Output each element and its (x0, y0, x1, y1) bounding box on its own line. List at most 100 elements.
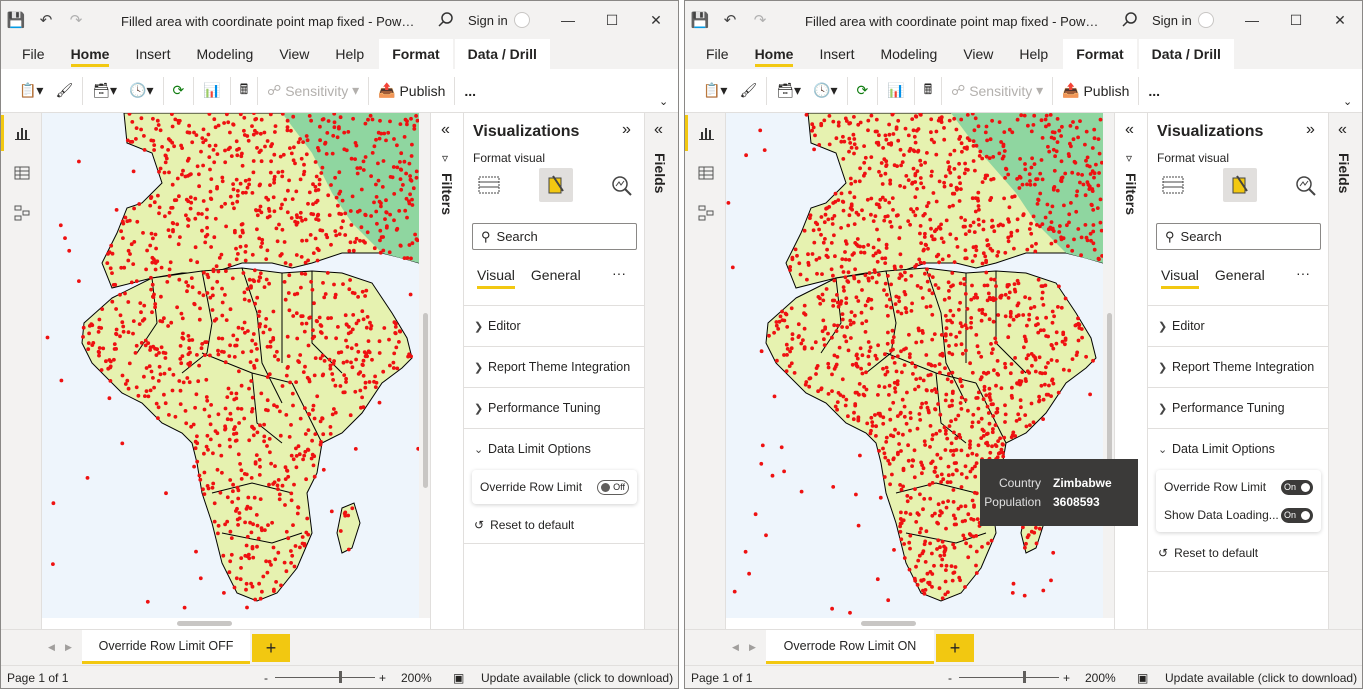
map-point[interactable] (986, 541, 990, 546)
map-point[interactable] (949, 284, 953, 289)
map-point[interactable] (1010, 591, 1015, 595)
map-point[interactable] (220, 336, 225, 341)
map-point[interactable] (164, 154, 168, 158)
map-point[interactable] (368, 326, 373, 331)
map-point[interactable] (991, 402, 995, 407)
map-point[interactable] (891, 335, 896, 339)
map-point[interactable] (928, 496, 933, 501)
map-point[interactable] (300, 321, 304, 326)
map-point[interactable] (732, 589, 737, 594)
map-point[interactable] (280, 174, 285, 179)
map-point[interactable] (213, 216, 218, 221)
map-point[interactable] (1074, 209, 1079, 214)
map-point[interactable] (976, 204, 981, 208)
tab-insert[interactable]: Insert (122, 39, 183, 69)
map-point[interactable] (974, 563, 978, 568)
map-point[interactable] (229, 536, 234, 540)
map-point[interactable] (264, 317, 269, 321)
map-point[interactable] (298, 177, 303, 182)
map-point[interactable] (277, 497, 282, 502)
map-point[interactable] (1010, 396, 1014, 400)
map-point[interactable] (928, 541, 932, 546)
map-point[interactable] (162, 371, 167, 376)
map-point[interactable] (139, 116, 144, 121)
map-point[interactable] (267, 437, 272, 441)
map-point[interactable] (835, 293, 839, 297)
map-point[interactable] (342, 130, 347, 135)
map-point[interactable] (848, 141, 853, 145)
map-point[interactable] (229, 154, 234, 158)
map-point[interactable] (826, 361, 831, 366)
map-point[interactable] (846, 270, 851, 275)
map-point[interactable] (920, 471, 924, 476)
map-point[interactable] (1050, 309, 1055, 314)
map-point[interactable] (201, 199, 206, 203)
map-point[interactable] (399, 187, 404, 192)
map-point[interactable] (332, 359, 336, 363)
map-point[interactable] (292, 482, 296, 487)
map-point[interactable] (203, 340, 208, 344)
map-point[interactable] (159, 294, 163, 299)
map-point[interactable] (927, 273, 932, 277)
map-point[interactable] (852, 142, 857, 147)
map-point[interactable] (900, 370, 904, 375)
map-point[interactable] (967, 229, 972, 234)
map-point[interactable] (1031, 214, 1036, 219)
map-point[interactable] (302, 169, 307, 174)
map-point[interactable] (918, 376, 923, 381)
map-point[interactable] (965, 136, 970, 140)
map-point[interactable] (1050, 377, 1055, 382)
map-point[interactable] (876, 202, 881, 207)
map-point[interactable] (1076, 338, 1081, 343)
refresh-icon[interactable]: ⟳ (851, 71, 875, 111)
map-point[interactable] (804, 113, 809, 117)
map-point[interactable] (235, 199, 240, 204)
map-point[interactable] (975, 295, 980, 300)
map-point[interactable] (210, 485, 215, 490)
map-point[interactable] (223, 148, 227, 153)
map-point[interactable] (176, 242, 181, 247)
map-point[interactable] (224, 269, 228, 273)
map-point[interactable] (847, 213, 852, 218)
tab-format[interactable]: Format (379, 39, 453, 69)
map-point[interactable] (240, 222, 245, 226)
map-point[interactable] (383, 217, 387, 221)
map-point[interactable] (201, 140, 206, 145)
map-point[interactable] (372, 144, 377, 149)
map-point[interactable] (256, 314, 261, 318)
map-point[interactable] (977, 223, 981, 227)
map-point[interactable] (202, 407, 207, 412)
map-point[interactable] (888, 417, 893, 422)
map-point[interactable] (868, 431, 873, 436)
map-point[interactable] (993, 423, 998, 427)
map-point[interactable] (877, 449, 881, 453)
map-point[interactable] (983, 176, 988, 181)
map-point[interactable] (969, 316, 974, 320)
map-point[interactable] (154, 401, 159, 406)
map-point[interactable] (1046, 361, 1050, 365)
map-point[interactable] (1071, 120, 1075, 124)
map-point[interactable] (912, 576, 917, 581)
map-point[interactable] (965, 113, 970, 117)
map-point[interactable] (125, 378, 130, 383)
map-point[interactable] (1051, 346, 1056, 351)
map-point[interactable] (918, 492, 922, 497)
map-point[interactable] (989, 342, 993, 346)
map-point[interactable] (337, 170, 342, 175)
map-point[interactable] (1052, 130, 1057, 135)
map-point[interactable] (225, 395, 230, 399)
map-point[interactable] (951, 313, 956, 318)
map-point[interactable] (262, 434, 267, 439)
map-point[interactable] (830, 372, 834, 377)
map-point[interactable] (142, 134, 146, 138)
map-point[interactable] (247, 177, 252, 182)
map-point[interactable] (217, 256, 222, 260)
map-point[interactable] (372, 200, 376, 205)
map-point[interactable] (212, 235, 217, 240)
map-point[interactable] (887, 393, 891, 397)
map-point[interactable] (1059, 134, 1063, 138)
map-point[interactable] (379, 235, 384, 239)
map-point[interactable] (895, 354, 900, 359)
map-point[interactable] (987, 392, 992, 396)
map-point[interactable] (821, 298, 826, 303)
